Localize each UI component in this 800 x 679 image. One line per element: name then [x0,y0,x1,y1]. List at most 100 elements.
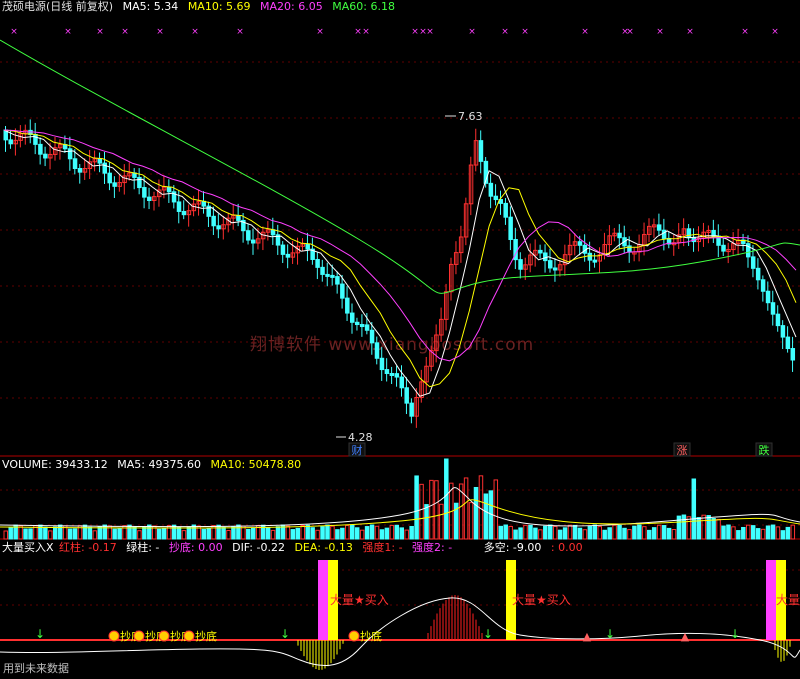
candle-body [359,324,365,328]
volume-bar [161,528,167,540]
arrow-down-icon: ↓ [730,627,740,641]
candle-body [335,276,340,285]
volume-bar [236,524,241,540]
candle-body [548,260,553,269]
volume-bar [270,529,276,540]
volume-bar [434,480,439,540]
volume-bar [746,524,751,540]
candle-body [488,182,494,197]
chaodi-icon [183,630,195,642]
buy-signal-text: 大量★买入 [512,593,571,607]
volume-bar [201,528,206,540]
volume-bar [597,526,602,540]
candlesticks [3,119,796,428]
volume-bar [498,525,503,540]
top-signal-marker: × [626,27,634,37]
volume-bar [102,524,107,540]
candle-body [354,321,360,326]
volume-bar [622,527,627,540]
top-signal-marker: × [741,27,749,37]
candle-body [236,215,241,221]
volume-bar [364,526,370,540]
volume-bar [607,527,612,540]
buy-signal-bar [766,560,776,640]
candle-body [379,357,385,371]
volume-bar [424,504,429,540]
candle-body [8,139,13,145]
volume-bar [429,479,434,540]
candle-body [617,232,622,239]
top-signal-marker: × [521,27,529,37]
candle-body [770,302,776,315]
volume-bar [117,528,122,540]
volume-bar [310,527,315,540]
volume-bar [681,514,687,540]
volume-bar [216,524,221,540]
volume-bar [246,528,251,540]
volume-bar [315,529,320,540]
candle-body [364,324,370,331]
volume-bar [132,526,137,540]
arrow-down-icon: ↓ [35,627,45,641]
volume-bar [359,529,365,540]
top-signal-marker: × [316,27,324,37]
candle-body [755,267,761,281]
price-annotations: 7.63 4.28财 涨 跌 [336,110,773,457]
top-signal-marker: × [411,27,419,37]
volume-bar [528,524,533,540]
volume-bar [642,526,647,540]
ma20-line [3,129,797,362]
candle-body [508,216,513,241]
volume-bar [290,529,296,540]
volume-bar [92,530,98,540]
moving-averages [0,39,800,397]
volume-bar [87,526,93,540]
top-signal-marker: × [771,27,779,37]
candle-body [176,201,182,212]
kline-chart[interactable]: × × × × × × × × × × × × × × × × × ×× × × × × 7.63 4.28财 涨 跌 大量★买… [0,0,800,679]
volume-bar [523,524,528,540]
candle-body [67,148,73,160]
volume-bar [275,526,281,540]
candle-body [112,182,117,187]
candle-body [340,283,345,299]
volume-bar [538,529,543,540]
candle-body [587,252,593,261]
candle-body [166,186,172,193]
event-marker-label: 涨 [677,444,688,457]
volume-bar [731,526,736,540]
volume-bar [345,524,350,540]
volume-bar [661,525,667,540]
candle-body [780,325,786,338]
volume-bar [493,479,499,540]
volume-bar [142,526,147,540]
candle-body [305,243,310,250]
volume-bar [785,526,791,540]
volume-bar [67,528,73,540]
candle-body [246,230,251,241]
volume-bar [350,524,355,540]
candle-body [369,329,375,344]
volume-bar [765,525,771,540]
volume-bar [23,528,28,540]
arrow-down-icon: ↓ [280,627,290,641]
volume-bar [567,524,573,540]
volume-bar [137,530,142,540]
volume-bar [181,530,187,540]
volume-bar [112,528,117,540]
volume-bar [736,530,741,540]
candle-body [760,279,766,292]
candle-body [790,348,796,361]
volume-bar [533,527,538,540]
volume-bar [156,528,162,540]
chaodi-icon [158,630,170,642]
volume-bar [226,529,231,540]
volume-bar [439,503,444,540]
candle-body [592,259,598,263]
volume-bar [404,529,409,540]
candle-body [389,372,395,376]
volume-bar [419,483,424,540]
candle-body [785,336,791,350]
chaodi-text: 抄底 [195,629,217,643]
high-price-label: 7.63 [458,110,483,123]
